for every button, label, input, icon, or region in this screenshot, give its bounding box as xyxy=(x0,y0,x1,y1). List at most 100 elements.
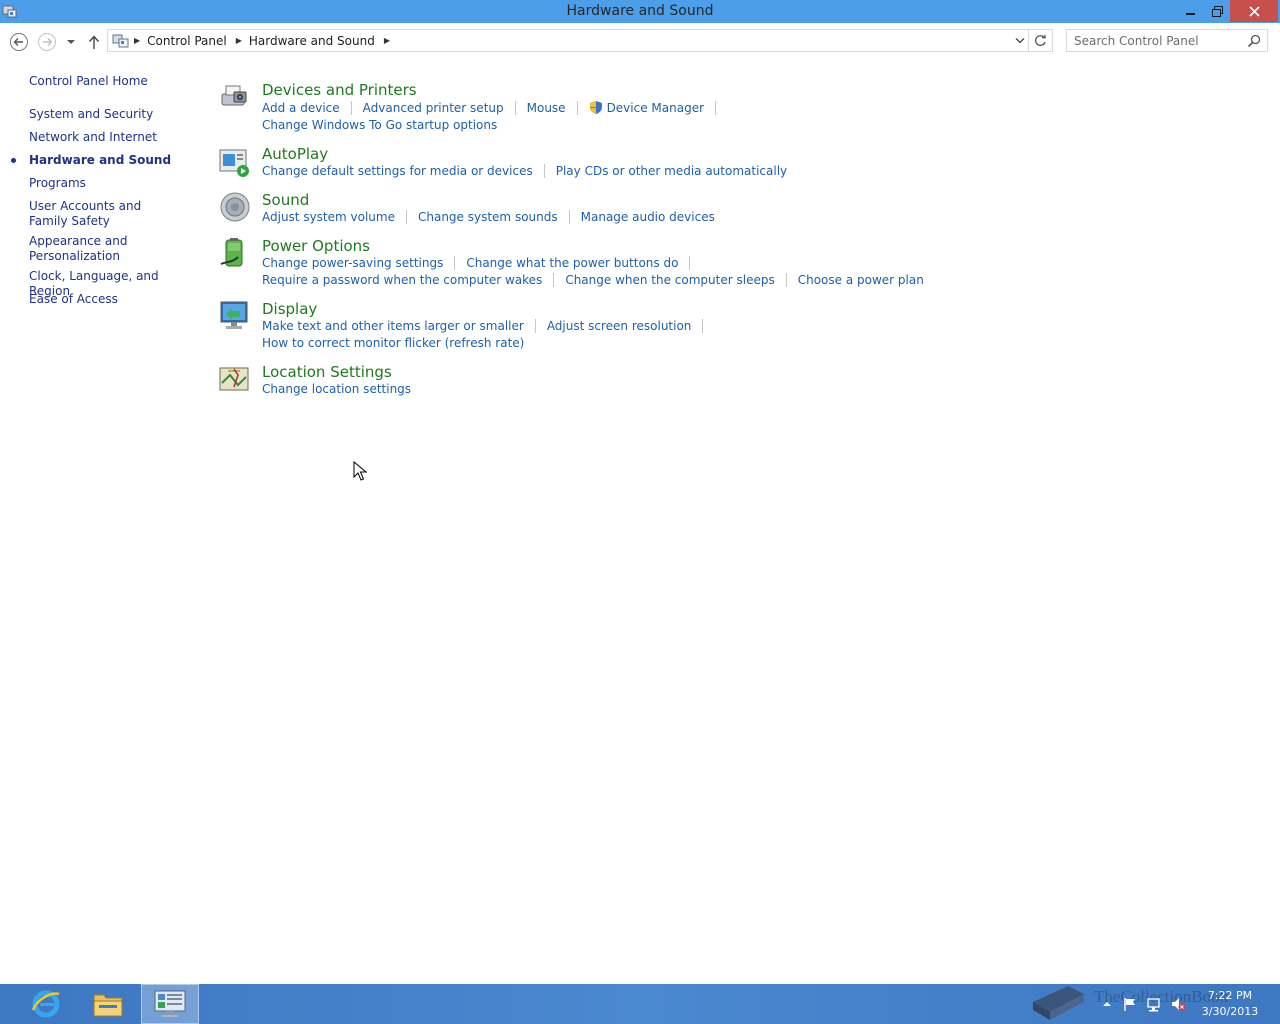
control-panel-icon xyxy=(154,990,186,1017)
link-divider xyxy=(454,256,456,270)
device-manager-link[interactable]: Device Manager xyxy=(607,101,704,115)
search-input[interactable] xyxy=(1074,33,1244,48)
location-settings-title[interactable]: Location Settings xyxy=(262,363,392,381)
address-dropdown-button[interactable] xyxy=(1011,30,1029,51)
restore-button[interactable] xyxy=(1204,0,1230,22)
close-icon xyxy=(1248,5,1260,17)
search-icon[interactable] xyxy=(1247,34,1261,48)
internet-explorer-icon xyxy=(31,990,60,1018)
autoplay-icon[interactable] xyxy=(218,145,250,177)
taskbar: TheCollectionBook 7:22 PM 3/30/2013 xyxy=(0,984,1280,1024)
active-item-bullet xyxy=(11,158,16,163)
nav-ease-of-access[interactable]: Ease of Access xyxy=(29,292,194,307)
clock-date: 3/30/2013 xyxy=(1201,1005,1259,1018)
link-divider xyxy=(405,210,407,224)
add-a-device-link[interactable]: Add a device xyxy=(262,101,340,115)
up-arrow-icon xyxy=(88,35,100,49)
devices-and-printers-title[interactable]: Devices and Printers xyxy=(262,81,417,99)
link-divider xyxy=(534,319,536,333)
power-buttons-link[interactable]: Change what the power buttons do xyxy=(466,256,678,270)
play-cds-automatically-link[interactable]: Play CDs or other media automatically xyxy=(556,164,787,178)
restore-icon xyxy=(1211,5,1223,17)
link-divider xyxy=(543,164,545,178)
windows-to-go-link[interactable]: Change Windows To Go startup options xyxy=(262,118,497,132)
link-divider xyxy=(350,100,352,115)
breadcrumb-chevron-icon[interactable]: ▶ xyxy=(384,36,390,45)
display-links-row-1: Make text and other items larger or smal… xyxy=(262,319,714,333)
manage-audio-devices-link[interactable]: Manage audio devices xyxy=(581,210,715,224)
nav-user-accounts[interactable]: User Accounts and Family Safety xyxy=(29,199,179,229)
back-button[interactable] xyxy=(9,32,29,52)
taskbar-file-explorer[interactable] xyxy=(79,984,137,1024)
system-clock[interactable]: 7:22 PM 3/30/2013 xyxy=(1198,988,1262,1020)
search-box[interactable] xyxy=(1066,29,1268,52)
nav-control-panel-home[interactable]: Control Panel Home xyxy=(29,74,194,89)
link-divider xyxy=(702,319,704,333)
window-title: Hardware and Sound xyxy=(566,3,714,19)
advanced-printer-setup-link[interactable]: Advanced printer setup xyxy=(363,101,504,115)
sound-links-row: Adjust system volume Change system sound… xyxy=(262,210,715,224)
autoplay-default-settings-link[interactable]: Change default settings for media or dev… xyxy=(262,164,533,178)
recent-locations-button[interactable] xyxy=(64,32,78,52)
power-links-row-2: Require a password when the computer wak… xyxy=(262,273,924,287)
close-button[interactable] xyxy=(1230,0,1278,22)
change-system-sounds-link[interactable]: Change system sounds xyxy=(418,210,558,224)
taskbar-control-panel[interactable] xyxy=(141,984,199,1024)
power-links-row-1: Change power-saving settings Change what… xyxy=(262,256,701,270)
breadcrumb-chevron-icon[interactable]: ▶ xyxy=(134,36,140,45)
location-map-icon[interactable] xyxy=(218,363,250,395)
minimize-button[interactable] xyxy=(1178,0,1204,22)
computer-sleeps-link[interactable]: Change when the computer sleeps xyxy=(565,273,774,287)
autoplay-title[interactable]: AutoPlay xyxy=(262,145,328,163)
navigation-bar: ▶ Control Panel ▶ Hardware and Sound ▶ xyxy=(0,23,1280,59)
nav-system-and-security[interactable]: System and Security xyxy=(29,107,194,122)
mouse-cursor-icon xyxy=(353,461,367,481)
forward-button[interactable] xyxy=(37,32,57,52)
mouse-link[interactable]: Mouse xyxy=(527,101,566,115)
battery-icon[interactable] xyxy=(218,237,250,269)
control-panel-icon xyxy=(112,34,129,47)
link-divider xyxy=(568,210,570,224)
action-center-flag-icon[interactable] xyxy=(1122,996,1138,1012)
devices-links-row-1: Add a device Advanced printer setup Mous… xyxy=(262,100,727,115)
nav-network-and-internet[interactable]: Network and Internet xyxy=(29,130,194,145)
minimize-icon xyxy=(1186,13,1195,15)
breadcrumb-control-panel[interactable]: Control Panel xyxy=(147,34,227,48)
nav-hardware-and-sound[interactable]: Hardware and Sound xyxy=(29,153,194,168)
nav-appearance-and-personalization[interactable]: Appearance and Personalization xyxy=(29,234,139,264)
breadcrumb-hardware-and-sound[interactable]: Hardware and Sound xyxy=(249,34,375,48)
forward-arrow-icon xyxy=(38,33,56,51)
location-links-row: Change location settings xyxy=(262,382,411,396)
monitor-icon[interactable] xyxy=(218,300,250,332)
devices-links-row-2: Change Windows To Go startup options xyxy=(262,118,497,132)
uac-shield-icon xyxy=(589,101,602,114)
chevron-down-icon xyxy=(67,40,75,44)
watermark-book-logo xyxy=(1033,986,1084,1020)
monitor-flicker-link[interactable]: How to correct monitor flicker (refresh … xyxy=(262,336,524,350)
address-bar[interactable]: ▶ Control Panel ▶ Hardware and Sound ▶ xyxy=(107,29,1029,52)
network-icon[interactable] xyxy=(1146,996,1162,1012)
speaker-icon[interactable] xyxy=(218,191,250,223)
nav-programs[interactable]: Programs xyxy=(29,176,194,191)
volume-muted-icon[interactable] xyxy=(1170,996,1186,1012)
adjust-resolution-link[interactable]: Adjust screen resolution xyxy=(547,319,692,333)
adjust-system-volume-link[interactable]: Adjust system volume xyxy=(262,210,395,224)
folder-icon xyxy=(93,994,123,1017)
up-button[interactable] xyxy=(84,32,104,52)
breadcrumb-chevron-icon[interactable]: ▶ xyxy=(236,36,242,45)
text-size-link[interactable]: Make text and other items larger or smal… xyxy=(262,319,524,333)
printer-icon[interactable] xyxy=(218,80,250,112)
refresh-button[interactable] xyxy=(1029,29,1053,52)
clock-time: 7:22 PM xyxy=(1207,989,1253,1002)
show-hidden-icons-icon[interactable] xyxy=(1099,996,1115,1012)
taskbar-internet-explorer[interactable] xyxy=(17,984,75,1024)
change-power-saving-link[interactable]: Change power-saving settings xyxy=(262,256,443,270)
link-divider xyxy=(785,273,787,287)
power-options-title[interactable]: Power Options xyxy=(262,237,370,255)
change-location-settings-link[interactable]: Change location settings xyxy=(262,382,411,396)
back-arrow-icon xyxy=(10,33,28,51)
choose-power-plan-link[interactable]: Choose a power plan xyxy=(798,273,924,287)
sound-title[interactable]: Sound xyxy=(262,191,309,209)
require-password-link[interactable]: Require a password when the computer wak… xyxy=(262,273,542,287)
display-title[interactable]: Display xyxy=(262,300,317,318)
